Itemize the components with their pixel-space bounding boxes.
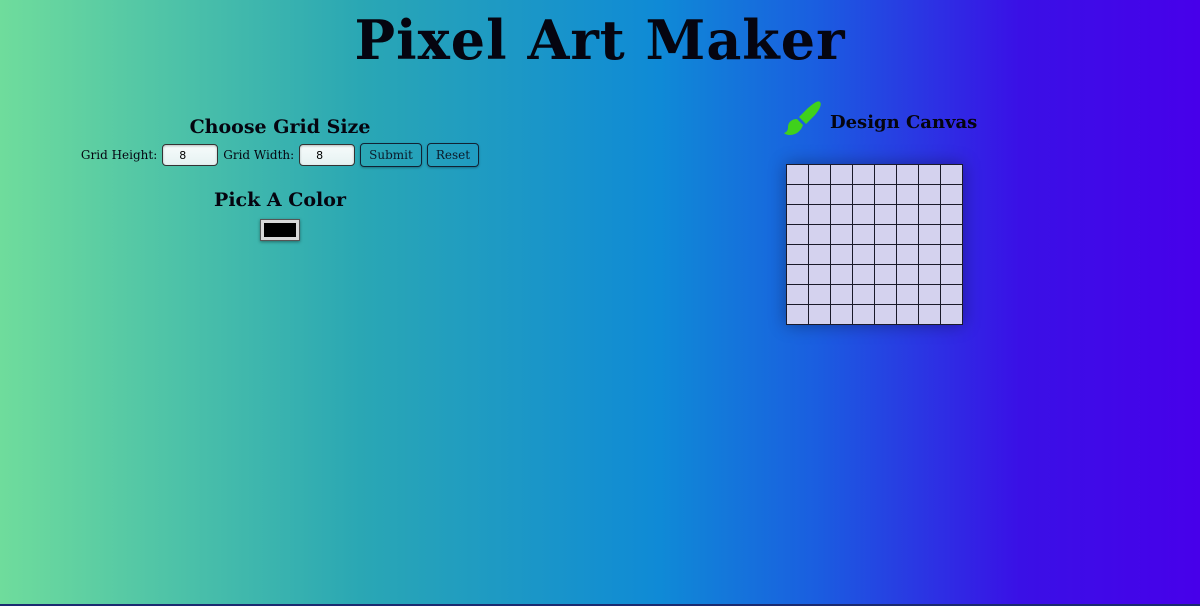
grid-cell[interactable] — [940, 244, 963, 265]
grid-cell[interactable] — [786, 284, 809, 305]
grid-cell[interactable] — [940, 184, 963, 205]
color-picker-swatch — [264, 223, 296, 237]
grid-row — [786, 184, 963, 205]
grid-cell[interactable] — [786, 184, 809, 205]
grid-cell[interactable] — [808, 264, 831, 285]
grid-cell[interactable] — [852, 304, 875, 325]
grid-cell[interactable] — [830, 304, 853, 325]
page-title: Pixel Art Maker — [354, 8, 846, 72]
grid-row — [786, 264, 963, 285]
grid-cell[interactable] — [786, 224, 809, 245]
grid-cell[interactable] — [874, 184, 897, 205]
grid-cell[interactable] — [874, 284, 897, 305]
grid-row — [786, 224, 963, 245]
grid-cell[interactable] — [896, 264, 919, 285]
grid-cell[interactable] — [918, 224, 941, 245]
grid-cell[interactable] — [808, 224, 831, 245]
grid-cell[interactable] — [874, 244, 897, 265]
grid-cell[interactable] — [940, 304, 963, 325]
grid-width-input[interactable] — [299, 144, 356, 166]
grid-cell[interactable] — [940, 204, 963, 225]
grid-cell[interactable] — [918, 164, 941, 185]
grid-cell[interactable] — [918, 304, 941, 325]
grid-cell[interactable] — [896, 284, 919, 305]
grid-cell[interactable] — [830, 284, 853, 305]
grid-cell[interactable] — [918, 184, 941, 205]
grid-size-panel: Choose Grid Size Grid Height: Grid Width… — [60, 114, 500, 241]
grid-cell[interactable] — [896, 244, 919, 265]
grid-cell[interactable] — [808, 284, 831, 305]
grid-cell[interactable] — [940, 264, 963, 285]
grid-row — [786, 304, 963, 325]
grid-cell[interactable] — [830, 224, 853, 245]
grid-cell[interactable] — [940, 284, 963, 305]
grid-cell[interactable] — [830, 184, 853, 205]
grid-cell[interactable] — [786, 244, 809, 265]
grid-cell[interactable] — [940, 224, 963, 245]
grid-cell[interactable] — [852, 284, 875, 305]
grid-cell[interactable] — [852, 264, 875, 285]
grid-cell[interactable] — [896, 184, 919, 205]
grid-cell[interactable] — [852, 204, 875, 225]
grid-cell[interactable] — [896, 164, 919, 185]
grid-cell[interactable] — [874, 224, 897, 245]
grid-cell[interactable] — [918, 204, 941, 225]
color-picker[interactable] — [260, 219, 300, 241]
grid-row — [786, 284, 963, 305]
grid-cell[interactable] — [830, 164, 853, 185]
grid-row — [786, 244, 963, 265]
grid-cell[interactable] — [896, 224, 919, 245]
grid-cell[interactable] — [852, 184, 875, 205]
grid-cell[interactable] — [786, 164, 809, 185]
grid-cell[interactable] — [896, 304, 919, 325]
grid-cell[interactable] — [918, 264, 941, 285]
grid-cell[interactable] — [786, 304, 809, 325]
grid-cell[interactable] — [896, 204, 919, 225]
grid-width-label: Grid Width: — [223, 148, 295, 162]
grid-cell[interactable] — [808, 184, 831, 205]
grid-cell[interactable] — [918, 244, 941, 265]
grid-cell[interactable] — [808, 244, 831, 265]
grid-cell[interactable] — [940, 164, 963, 185]
grid-size-heading: Choose Grid Size — [189, 116, 371, 138]
grid-height-label: Grid Height: — [80, 148, 158, 162]
canvas-panel: Design Canvas — [782, 98, 977, 325]
paintbrush-icon — [784, 101, 821, 135]
grid-row — [786, 164, 963, 185]
grid-cell[interactable] — [786, 204, 809, 225]
grid-cell[interactable] — [830, 264, 853, 285]
grid-cell[interactable] — [874, 204, 897, 225]
grid-cell[interactable] — [830, 204, 853, 225]
grid-cell[interactable] — [874, 164, 897, 185]
reset-button[interactable]: Reset — [426, 143, 480, 167]
canvas-title: Design Canvas — [830, 111, 978, 133]
grid-cell[interactable] — [852, 244, 875, 265]
grid-cell[interactable] — [918, 284, 941, 305]
grid-cell[interactable] — [808, 304, 831, 325]
canvas-header: Design Canvas — [782, 98, 977, 140]
grid-cell[interactable] — [874, 264, 897, 285]
grid-cell[interactable] — [786, 264, 809, 285]
grid-cell[interactable] — [852, 164, 875, 185]
grid-height-input[interactable] — [162, 144, 219, 166]
submit-button[interactable]: Submit — [360, 143, 422, 167]
grid-cell[interactable] — [808, 204, 831, 225]
grid-row — [786, 204, 963, 225]
pixel-canvas[interactable] — [786, 164, 963, 325]
pick-color-heading: Pick A Color — [214, 189, 346, 211]
grid-cell[interactable] — [808, 164, 831, 185]
grid-cell[interactable] — [830, 244, 853, 265]
grid-cell[interactable] — [874, 304, 897, 325]
grid-cell[interactable] — [852, 224, 875, 245]
grid-size-form: Grid Height: Grid Width: Submit Reset — [60, 143, 500, 167]
